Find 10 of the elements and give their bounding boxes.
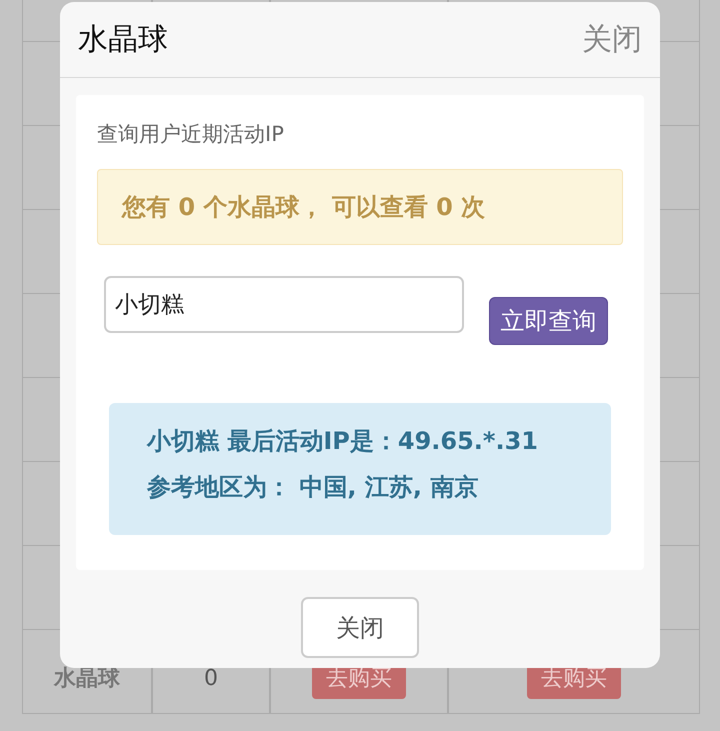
username-input[interactable]: 小切糕 [104,276,464,333]
notice-alert: 您有 0 个水晶球， 可以查看 0 次 [97,169,623,245]
subtitle: 查询用户近期活动IP [97,121,285,148]
item-count: 0 [204,665,218,693]
dialog-title: 水晶球 [78,21,168,59]
close-link[interactable]: 关闭 [582,17,642,62]
result-line: 参考地区为： 中国, 江苏, 南京 [147,472,480,503]
result-line: 小切糕 最后活动IP是：49.65.*.31 [147,426,539,457]
close-button[interactable]: 关闭 [301,597,419,658]
query-button[interactable]: 立即查询 [489,297,608,345]
